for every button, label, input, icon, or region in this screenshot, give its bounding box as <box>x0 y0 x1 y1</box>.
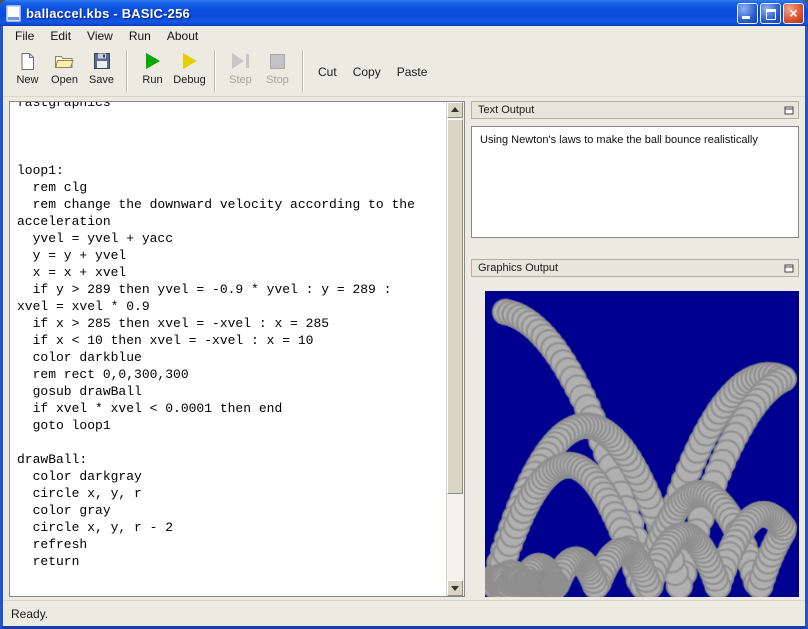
code-line <box>17 111 447 128</box>
open-button[interactable]: Open <box>46 48 83 94</box>
menu-item-file[interactable]: File <box>7 27 42 45</box>
graphics-canvas <box>485 291 799 597</box>
step-button-label: Step <box>229 74 252 86</box>
status-text: Ready. <box>11 607 48 621</box>
cut-button[interactable]: Cut <box>310 65 345 79</box>
run-button-label: Run <box>142 74 162 86</box>
code-line: if x < 10 then xvel = -xvel : x = 10 <box>17 332 447 349</box>
float-dock-icon[interactable] <box>783 263 795 274</box>
code-line: y = y + yvel <box>17 247 447 264</box>
scroll-up-button[interactable] <box>447 102 463 118</box>
toolbar-separator <box>214 50 216 92</box>
save-floppy-icon <box>93 51 111 71</box>
save-button[interactable]: Save <box>83 48 120 94</box>
arrow-down-icon <box>451 586 459 591</box>
open-folder-icon <box>54 51 75 71</box>
graphics-output-area <box>485 291 799 597</box>
code-line: color darkgray <box>17 468 447 485</box>
minimize-icon <box>742 16 750 19</box>
code-line <box>17 434 447 451</box>
code-line: rem clg <box>17 179 447 196</box>
new-button[interactable]: New <box>9 48 46 94</box>
copy-button[interactable]: Copy <box>345 65 389 79</box>
new-file-icon <box>19 51 36 71</box>
scroll-down-button[interactable] <box>447 580 463 596</box>
menu-item-view[interactable]: View <box>79 27 121 45</box>
code-line: refresh <box>17 536 447 553</box>
code-line: goto loop1 <box>17 417 447 434</box>
toolbar: New Open Save Run Debug Step <box>3 45 805 97</box>
float-dock-icon[interactable] <box>783 105 795 116</box>
code-line <box>17 128 447 145</box>
code-line: drawBall: <box>17 451 447 468</box>
run-button[interactable]: Run <box>134 48 171 94</box>
code-line: rem rect 0,0,300,300 <box>17 366 447 383</box>
graphics-output-title: Graphics Output <box>478 262 558 274</box>
app-window: ballaccel.kbs - BASIC-256 FileEditViewRu… <box>0 0 808 629</box>
code-line: x = x + xvel <box>17 264 447 281</box>
output-column: Text Output Using Newton's laws to make … <box>471 101 799 597</box>
menu-item-run[interactable]: Run <box>121 27 159 45</box>
maximize-button[interactable] <box>760 3 781 24</box>
code-line: fastgraphics <box>17 101 447 111</box>
code-editor[interactable]: fastgraphics loop1: rem clg rem change t… <box>9 101 465 597</box>
minimize-button[interactable] <box>737 3 758 24</box>
step-button: Step <box>222 48 259 94</box>
window-controls <box>737 3 804 24</box>
code-line: return <box>17 553 447 570</box>
code-line <box>17 145 447 162</box>
code-line: xvel = xvel * 0.9 <box>17 298 447 315</box>
graphics-output-titlebar[interactable]: Graphics Output <box>471 259 799 277</box>
app-icon <box>6 5 21 22</box>
code-line: color gray <box>17 502 447 519</box>
status-bar: Ready. <box>3 600 805 626</box>
arrow-up-icon <box>451 107 459 112</box>
menu-bar: FileEditViewRunAbout <box>3 26 805 45</box>
editor-vertical-scrollbar[interactable] <box>446 102 464 596</box>
maximize-icon <box>766 9 776 20</box>
text-output-titlebar[interactable]: Text Output <box>471 101 799 119</box>
main-area: fastgraphics loop1: rem clg rem change t… <box>3 97 805 600</box>
open-button-label: Open <box>51 74 78 86</box>
text-output-content: Using Newton's laws to make the ball bou… <box>480 134 758 146</box>
paste-button[interactable]: Paste <box>389 65 436 79</box>
code-line: if xvel * xvel < 0.0001 then end <box>17 400 447 417</box>
code-line: circle x, y, r <box>17 485 447 502</box>
code-line: if x > 285 then xvel = -xvel : x = 285 <box>17 315 447 332</box>
debug-button[interactable]: Debug <box>171 48 208 94</box>
code-line: loop1: <box>17 162 447 179</box>
close-icon <box>784 4 803 23</box>
stop-button-label: Stop <box>266 74 289 86</box>
code-line: gosub drawBall <box>17 383 447 400</box>
save-button-label: Save <box>89 74 114 86</box>
code-line: acceleration <box>17 213 447 230</box>
toolbar-separator <box>126 50 128 92</box>
code-line: circle x, y, r - 2 <box>17 519 447 536</box>
code-area[interactable]: fastgraphics loop1: rem clg rem change t… <box>10 101 447 596</box>
window-title: ballaccel.kbs - BASIC-256 <box>26 6 737 21</box>
menu-item-about[interactable]: About <box>159 27 206 45</box>
step-icon <box>232 51 249 71</box>
code-line: if y > 289 then yvel = -0.9 * yvel : y =… <box>17 281 447 298</box>
debug-button-label: Debug <box>173 74 205 86</box>
code-line: color darkblue <box>17 349 447 366</box>
code-line: yvel = yvel + yacc <box>17 230 447 247</box>
title-bar[interactable]: ballaccel.kbs - BASIC-256 <box>0 0 808 26</box>
stop-button: Stop <box>259 48 296 94</box>
text-output-title: Text Output <box>478 104 534 116</box>
stop-icon <box>270 51 285 71</box>
run-play-icon <box>146 51 160 71</box>
scroll-thumb[interactable] <box>447 119 463 494</box>
debug-play-icon <box>183 51 197 71</box>
new-button-label: New <box>16 74 38 86</box>
close-button[interactable] <box>783 3 804 24</box>
menu-item-edit[interactable]: Edit <box>42 27 79 45</box>
text-output-area[interactable]: Using Newton's laws to make the ball bou… <box>471 126 799 238</box>
code-line: rem change the downward velocity accordi… <box>17 196 447 213</box>
toolbar-separator <box>302 50 304 92</box>
